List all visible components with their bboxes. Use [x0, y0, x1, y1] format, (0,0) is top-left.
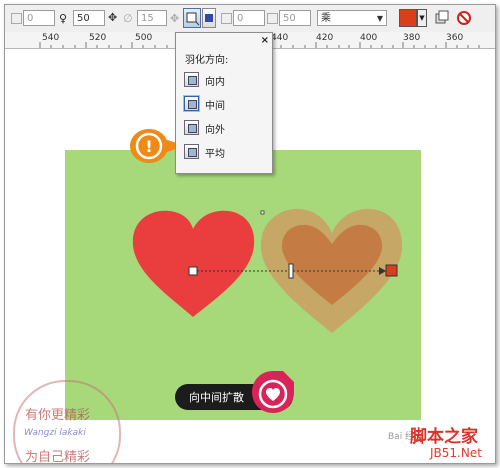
exclamation-symbol: ! [145, 137, 152, 156]
popup-title: 羽化方向: [185, 55, 229, 66]
angle-checkbox[interactable] [221, 13, 232, 24]
property-toolbar: 0 ♀ 50 ✥ ∅ 15 ✥ 0 50 乘 ▼ ▼ [5, 5, 495, 33]
red-heart [132, 210, 255, 317]
direction-item-outside[interactable]: 向外 [184, 119, 264, 139]
feather-width-value: 0 [27, 13, 34, 24]
direction-outside-icon [184, 120, 199, 135]
direction-inside-icon [184, 72, 199, 87]
direction-item-middle[interactable]: 中间 [184, 95, 264, 115]
watermark-line3: 为自己精彩 [25, 450, 91, 464]
direction-label: 向内 [205, 77, 225, 88]
angle-value: 0 [237, 13, 244, 24]
direction-average-icon [184, 144, 199, 159]
merge-mode-value: 乘 [321, 13, 331, 24]
feather-direction-button[interactable] [183, 8, 201, 28]
clear-shadow-icon[interactable] [456, 9, 472, 27]
feather-plus-icon: ✥ [170, 12, 180, 25]
shadow-color-swatch[interactable] [399, 9, 417, 27]
close-icon[interactable]: × [261, 35, 269, 46]
tag-text: 向中间扩散 [189, 391, 244, 404]
vector-end-handle [385, 264, 398, 277]
feather-direction-icon [186, 12, 200, 26]
feather-icon: ∅ [123, 12, 133, 25]
heart-badge-icon [252, 371, 294, 413]
center-node [260, 210, 265, 215]
color-dropdown-icon[interactable]: ▼ [417, 9, 427, 27]
merge-mode-select[interactable]: 乘 ▼ [317, 10, 387, 26]
copy-shadow-icon[interactable] [435, 9, 449, 27]
feather-width-input[interactable]: 0 [23, 10, 55, 26]
angle2-input[interactable]: 50 [279, 10, 311, 26]
app-window: 0 ♀ 50 ✥ ∅ 15 ✥ 0 50 乘 ▼ ▼ 540 520 500 4… [4, 4, 496, 464]
transparency-icon: ♀ [59, 12, 68, 25]
vector-start-handle [188, 266, 198, 276]
direction-label: 向外 [205, 125, 225, 136]
feather-direction-popup: × 羽化方向: 向内 中间 向外 平均 [175, 32, 273, 174]
direction-item-average[interactable]: 平均 [184, 143, 264, 163]
direction-label: 平均 [205, 149, 225, 160]
direction-label: 中间 [205, 101, 225, 112]
direction-middle-icon [184, 96, 199, 111]
chevron-down-icon: ▼ [376, 14, 383, 23]
watermark-line2: Wangzi lakaki [24, 428, 86, 438]
transparency-input[interactable]: 50 [73, 10, 105, 26]
angle-input[interactable]: 0 [233, 10, 265, 26]
feather-edge-icon [205, 14, 213, 22]
feather-input[interactable]: 15 [137, 10, 167, 26]
watermark-line1: 有你更精彩 [25, 408, 91, 423]
vector-mid-slider [288, 263, 294, 279]
angle2-checkbox[interactable] [267, 13, 278, 24]
feather-edge-button[interactable] [202, 8, 216, 28]
feather-checkbox[interactable] [11, 13, 22, 24]
site-name-watermark: 脚本之家 [410, 427, 478, 447]
move-icon: ✥ [108, 11, 118, 24]
transparency-value: 50 [77, 13, 90, 24]
site-url-watermark: JB51.Net [430, 446, 482, 460]
angle2-value: 50 [283, 13, 296, 24]
direction-item-inside[interactable]: 向内 [184, 71, 264, 91]
feather-value: 15 [141, 13, 154, 24]
